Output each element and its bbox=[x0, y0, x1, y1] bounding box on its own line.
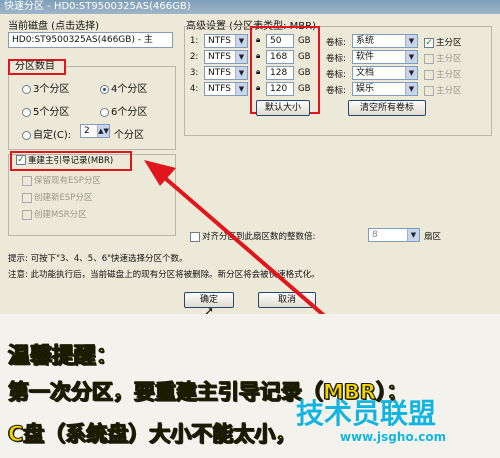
tips-heading: 温馨提醒： bbox=[7, 344, 119, 370]
watermark-url: www.jsgho.com bbox=[340, 430, 447, 444]
tips-line-2: C盘（系统盘）大小不能太小， bbox=[7, 422, 297, 447]
watermark-logo: 技术员联盟 bbox=[296, 397, 437, 430]
